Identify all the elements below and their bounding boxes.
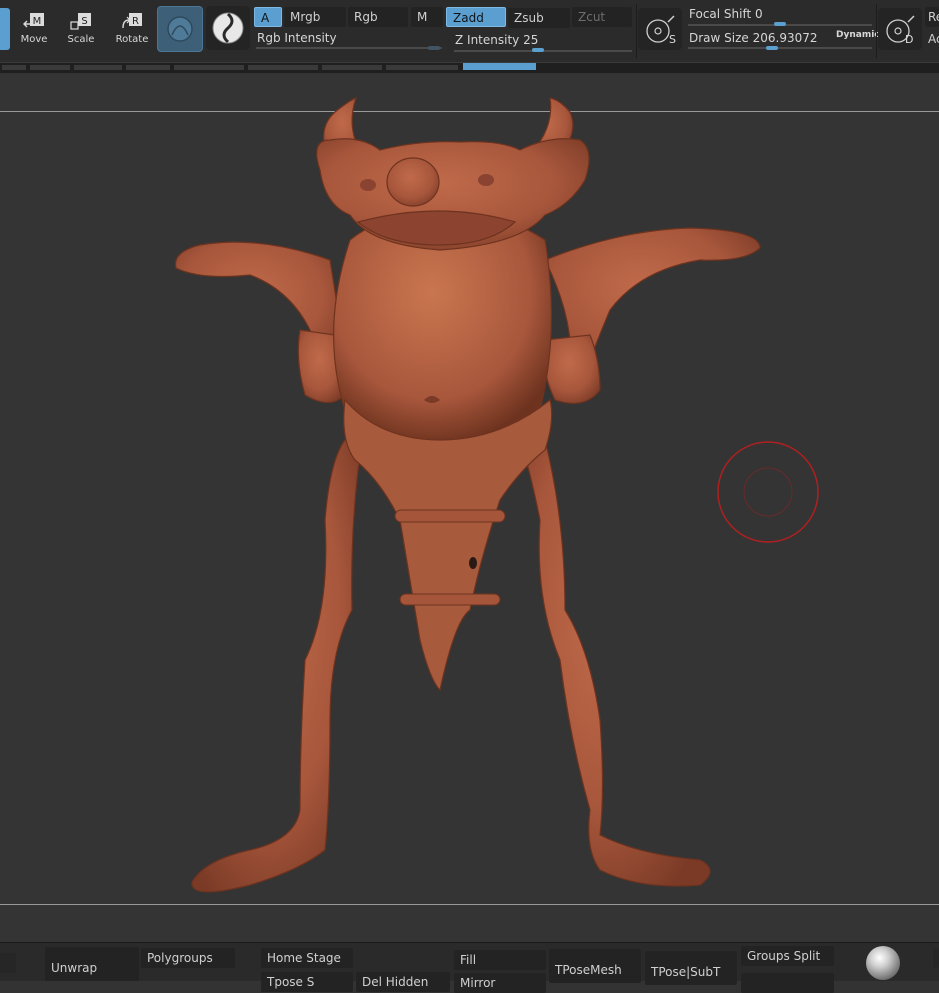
lsym-button[interactable]: S (638, 8, 682, 50)
z-intensity-label: Z Intensity 25 (455, 33, 539, 47)
toolbar-strip (0, 62, 939, 73)
groups-split-button[interactable]: Groups Split (741, 946, 834, 966)
scale-icon: S (70, 13, 91, 30)
draw-size-circle-button[interactable]: D (878, 8, 922, 50)
draw-mode-button-partial[interactable] (0, 8, 10, 50)
rotate-label: Rotate (115, 34, 149, 45)
z-intensity-knob[interactable] (532, 48, 544, 52)
draw-size-label: Draw Size 206.93072 (689, 31, 818, 45)
move-tool-button[interactable]: M Move (12, 8, 56, 54)
move-label: Move (20, 34, 48, 45)
brush-icon (167, 16, 193, 42)
svg-text:M: M (33, 16, 42, 27)
polygroups-button[interactable]: Polygroups (141, 948, 235, 968)
zsub-button[interactable]: Zsub (508, 8, 570, 28)
tab-indicator (463, 63, 536, 70)
scale-label: Scale (67, 34, 95, 45)
focal-shift-label: Focal Shift 0 (689, 7, 763, 21)
bottom-panel: Unwrap Polygroups Home Stage Tpose S Del… (0, 942, 939, 993)
rotate-tool-button[interactable]: R Rotate (110, 8, 154, 54)
rotate-icon: R (122, 13, 142, 29)
draw-size-slider[interactable] (688, 47, 872, 49)
fill-button[interactable]: Fill (454, 950, 546, 970)
brush-button[interactable] (157, 6, 203, 52)
mrgb-button[interactable]: Mrgb (284, 7, 346, 27)
bottom-blank-button[interactable] (741, 973, 834, 993)
del-hidden-button[interactable]: Del Hidden (356, 972, 450, 992)
svg-text:S: S (669, 33, 676, 46)
stroke-button[interactable] (206, 6, 250, 50)
draw-size-value: 206.93072 (752, 31, 818, 45)
focal-shift-knob[interactable] (774, 22, 786, 26)
tposemesh-button[interactable]: TPoseMesh (549, 949, 641, 983)
right-cut-button-1[interactable]: Re (925, 7, 939, 27)
stroke-icon (212, 12, 244, 44)
rgb-intensity-knob[interactable] (428, 46, 440, 50)
svg-text:D: D (905, 33, 913, 46)
a-button[interactable]: A (254, 7, 282, 27)
material-sphere-icon[interactable] (866, 946, 900, 980)
z-intensity-value: 25 (523, 33, 539, 47)
zadd-button[interactable]: Zadd (446, 7, 506, 27)
move-icon: M (23, 13, 44, 28)
mirror-button[interactable]: Mirror (454, 973, 546, 993)
bottom-left-partial[interactable] (0, 953, 16, 973)
draw-size-knob[interactable] (766, 46, 778, 50)
right-cut-button-2[interactable]: Ac (925, 29, 939, 49)
top-toolbar: M Move S Scale R Rotate A Mrgb Rgb M Zad… (0, 0, 939, 73)
focal-shift-value: 0 (755, 7, 763, 21)
canvas-viewport[interactable] (0, 74, 939, 942)
m-button[interactable]: M (411, 7, 443, 27)
svg-text:R: R (132, 16, 139, 27)
home-stage-button[interactable]: Home Stage (261, 948, 353, 968)
tpose-s-button[interactable]: Tpose S (261, 972, 353, 992)
zcut-button[interactable]: Zcut (572, 7, 632, 27)
scale-tool-button[interactable]: S Scale (59, 8, 103, 54)
goblin-model[interactable] (0, 74, 939, 942)
unwrap-button[interactable]: Unwrap (45, 947, 139, 981)
symmetry-icon: S (646, 15, 676, 46)
bottom-right-partial[interactable] (933, 948, 939, 968)
svg-text:S: S (81, 16, 87, 27)
brush-size-icon: D (886, 15, 915, 46)
rgb-intensity-slider[interactable] (256, 47, 442, 49)
rgb-button[interactable]: Rgb (348, 7, 408, 27)
toolbar-divider-2 (876, 4, 877, 58)
toolbar-divider (636, 4, 637, 58)
rgb-intensity-label: Rgb Intensity (257, 31, 337, 45)
dynamic-toggle[interactable]: Dynamic (836, 30, 880, 40)
